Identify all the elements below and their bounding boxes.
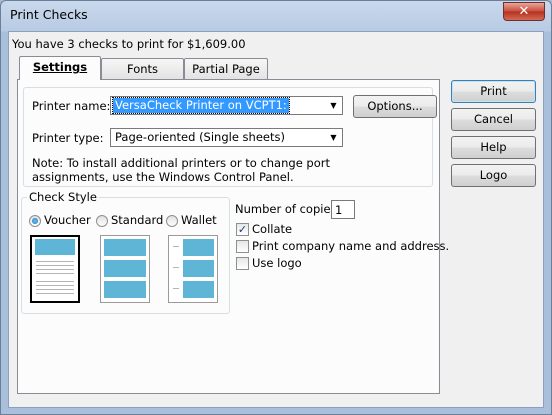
chevron-down-icon: ▼	[330, 133, 337, 142]
printer-type-select[interactable]: Page-oriented (Single sheets) ▼	[110, 128, 343, 147]
copies-label: Number of copies:	[235, 202, 341, 216]
tab-settings[interactable]: Settings	[19, 56, 101, 80]
checkmark-icon: ✓	[237, 223, 248, 236]
tab-settings-label: Settings	[32, 60, 88, 74]
close-button[interactable]: ✕	[503, 2, 545, 21]
check-stub	[183, 281, 214, 298]
printer-type-value: Page-oriented (Single sheets)	[115, 130, 285, 144]
tab-partial-page-label: Partial Page	[192, 62, 260, 76]
note-line-1: Note: To install additional printers or …	[32, 156, 331, 170]
logo-button[interactable]: Logo	[451, 164, 536, 187]
cancel-button[interactable]: Cancel	[451, 108, 536, 131]
standard-radio[interactable]	[96, 215, 108, 227]
preview-line	[36, 273, 74, 274]
preview-line	[36, 261, 74, 262]
tab-fonts[interactable]: Fonts	[101, 58, 184, 79]
preview-line	[173, 288, 179, 289]
close-icon: ✕	[518, 4, 530, 19]
cancel-button-label: Cancel	[474, 112, 513, 126]
tab-fonts-label: Fonts	[126, 62, 159, 76]
print-company-label[interactable]: Print company name and address.	[252, 239, 449, 253]
print-button-label: Print	[480, 84, 507, 98]
printer-group: Printer name: VersaCheck Printer on VCPT…	[23, 87, 437, 187]
printer-name-value: VersaCheck Printer on VCPT1:	[112, 97, 290, 114]
note-line-2: assignments, use the Windows Control Pan…	[32, 170, 294, 184]
preview-line	[173, 246, 179, 247]
check-stub	[183, 239, 214, 256]
printer-name-select[interactable]: VersaCheck Printer on VCPT1: ▼	[110, 96, 343, 115]
window-title: Print Checks	[10, 7, 88, 22]
settings-panel: Printer name: VersaCheck Printer on VCPT…	[17, 79, 449, 394]
voucher-radio[interactable]	[29, 215, 41, 227]
options-button[interactable]: Options...	[353, 95, 437, 118]
check-stub	[104, 281, 146, 298]
wallet-preview[interactable]	[168, 235, 218, 303]
preview-line	[36, 265, 74, 266]
preview-line	[36, 285, 74, 286]
print-company-checkbox[interactable]	[236, 240, 249, 253]
checks-summary: You have 3 checks to print for $1,609.00	[12, 37, 246, 51]
dialog-body: You have 3 checks to print for $1,609.00…	[8, 31, 544, 408]
voucher-preview[interactable]	[30, 235, 80, 303]
printer-type-label: Printer type:	[32, 131, 104, 145]
copies-input[interactable]	[331, 200, 355, 219]
logo-button-label: Logo	[479, 168, 508, 182]
check-stub	[35, 239, 75, 255]
check-stub	[183, 260, 214, 277]
preview-line	[36, 281, 74, 282]
options-button-label: Options...	[367, 99, 423, 113]
print-checks-window: Print Checks ✕ You have 3 checks to prin…	[0, 0, 552, 415]
printer-name-label: Printer name:	[32, 99, 111, 113]
check-stub	[104, 260, 146, 277]
check-stub	[104, 239, 146, 256]
collate-checkbox[interactable]: ✓	[236, 223, 249, 236]
help-button[interactable]: Help	[451, 136, 536, 159]
voucher-label[interactable]: Voucher	[44, 213, 91, 227]
standard-label[interactable]: Standard	[111, 213, 163, 227]
help-button-label: Help	[480, 140, 507, 154]
preview-line	[173, 267, 179, 268]
chevron-down-icon: ▼	[330, 101, 337, 110]
use-logo-checkbox[interactable]	[236, 257, 249, 270]
preview-line	[36, 293, 74, 294]
print-button[interactable]: Print	[451, 80, 536, 103]
check-style-label: Check Style	[27, 190, 99, 204]
standard-preview[interactable]	[100, 235, 150, 303]
use-logo-label[interactable]: Use logo	[252, 256, 302, 270]
title-bar[interactable]: Print Checks ✕	[1, 1, 551, 31]
tab-partial-page[interactable]: Partial Page	[184, 58, 268, 79]
wallet-label[interactable]: Wallet	[181, 213, 217, 227]
collate-label[interactable]: Collate	[252, 222, 292, 236]
preview-line	[36, 269, 74, 270]
preview-line	[36, 289, 74, 290]
wallet-radio[interactable]	[166, 215, 178, 227]
check-style-group: Check Style Voucher Standard Wallet	[21, 190, 230, 314]
